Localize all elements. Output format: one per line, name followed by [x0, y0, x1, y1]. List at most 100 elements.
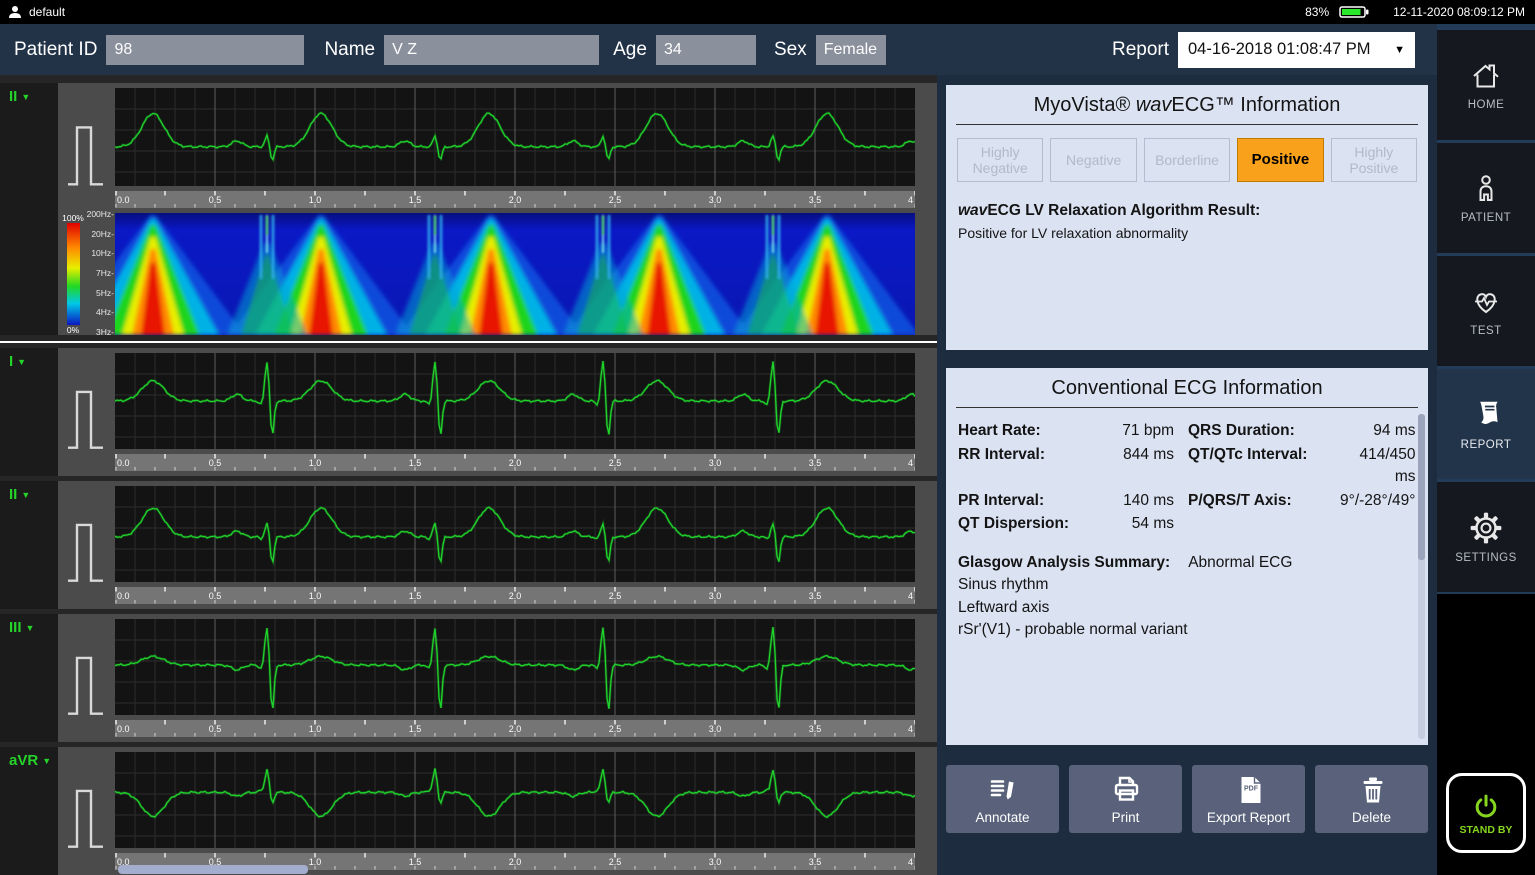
home-icon — [1467, 59, 1505, 93]
user-name: default — [29, 5, 65, 19]
calibration-pulse — [58, 500, 115, 596]
lead-column: II ▼ — [0, 481, 58, 609]
svg-text:3.0: 3.0 — [709, 724, 722, 734]
svg-text:3.5: 3.5 — [809, 857, 822, 867]
svg-text:1.0: 1.0 — [309, 195, 322, 205]
frequency-labels: 200Hz-20Hz-10Hz-7Hz-5Hz-4Hz-3Hz- — [87, 209, 114, 337]
user-icon — [8, 5, 22, 19]
delete-button[interactable]: Delete — [1315, 765, 1428, 833]
classification-borderline[interactable]: Borderline — [1144, 138, 1230, 182]
color-scale: 100%0% — [60, 213, 86, 335]
annotate-button[interactable]: Annotate — [946, 765, 1059, 833]
frequency-tick-label: 20Hz- — [87, 229, 114, 239]
gear-icon — [1468, 510, 1504, 546]
lead-selector-iii[interactable]: III▼ — [0, 614, 58, 636]
classification-negative[interactable]: Negative — [1050, 138, 1136, 182]
plot-column: 0.00.51.01.52.02.53.03.54 — [115, 752, 937, 875]
lead-column: aVR▼ — [0, 747, 58, 875]
classification-highly-negative[interactable]: Highly Negative — [957, 138, 1043, 182]
lead-label-text: II — [9, 88, 17, 105]
patient-id-label: Patient ID — [14, 39, 97, 61]
conventional-ecg-panel: Conventional ECG Information Heart Rate:… — [946, 368, 1428, 745]
report-actions: Annotate Print — [946, 765, 1428, 833]
svg-text:4: 4 — [908, 591, 913, 601]
lead-dropdown-arrow-icon: ▼ — [21, 490, 30, 500]
svg-text:3.0: 3.0 — [709, 195, 722, 205]
frequency-tick-label: 10Hz- — [87, 248, 114, 258]
ecg-plot — [115, 353, 915, 449]
panel-scrollbar[interactable] — [1418, 414, 1425, 739]
svg-text:1.5: 1.5 — [409, 591, 422, 601]
standby-button[interactable]: STAND BY — [1446, 773, 1526, 853]
color-scale-min-label: 0% — [67, 325, 79, 335]
svg-text:1.0: 1.0 — [309, 857, 322, 867]
ecg-strip-ii-2: II ▼ 0.00.51.01.52.02.53.03.54 — [0, 481, 937, 609]
glasgow-value: Abnormal ECG — [1188, 554, 1292, 571]
export-report-button[interactable]: PDF Export Report — [1192, 765, 1305, 833]
ecg-strip-iii-3: III▼0.00.51.01.52.02.53.03.54 — [0, 614, 937, 742]
pulse-column — [58, 353, 115, 476]
svg-text:2.0: 2.0 — [509, 458, 522, 468]
power-icon — [1470, 791, 1502, 823]
name-field[interactable]: V Z — [384, 35, 599, 65]
finding-line: Sinus rhythm — [958, 574, 1416, 597]
status-bar: default 83% 12-11-2020 08:09:12 PM — [0, 0, 1535, 24]
sidebar-item-settings[interactable]: SETTINGS — [1437, 482, 1535, 592]
svg-text:1.5: 1.5 — [409, 857, 422, 867]
classification-highly-positive[interactable]: Highly Positive — [1331, 138, 1417, 182]
sidebar-item-report[interactable]: REPORT — [1437, 369, 1535, 479]
ecg-horizontal-scrollbar[interactable] — [118, 865, 308, 874]
classification-positive[interactable]: Positive — [1237, 138, 1323, 182]
status-datetime: 12-11-2020 08:09:12 PM — [1393, 5, 1525, 19]
calibration-pulse — [58, 367, 115, 463]
sidebar-item-home[interactable]: HOME — [1437, 30, 1535, 140]
lead-selector-ii[interactable]: II ▼ — [0, 83, 58, 105]
battery-percent: 83% — [1305, 5, 1329, 19]
trash-icon — [1355, 773, 1389, 807]
strip-body: 0.00.51.01.52.02.53.03.54100%0%200Hz-20H… — [58, 83, 937, 335]
plot-column: 0.00.51.01.52.02.53.03.54 — [115, 353, 937, 476]
sex-field[interactable]: Female — [816, 35, 886, 65]
svg-text:2.5: 2.5 — [609, 195, 622, 205]
pulse-column — [58, 486, 115, 609]
lead-selector-avr[interactable]: aVR▼ — [0, 747, 58, 769]
name-label: Name — [324, 39, 375, 61]
pulse-column — [58, 619, 115, 742]
patient-icon — [1469, 172, 1503, 206]
patient-header: Patient ID 98 Name V Z Age 34 Sex Female… — [0, 24, 1437, 75]
time-axis: 0.00.51.01.52.02.53.03.54 — [115, 454, 915, 471]
plot-column: 0.00.51.01.52.02.53.03.54 — [115, 486, 937, 609]
report-dropdown[interactable]: 04-16-2018 01:08:47 PM ▼ — [1178, 32, 1415, 68]
report-dropdown-value: 04-16-2018 01:08:47 PM — [1188, 40, 1371, 59]
patient-id-field[interactable]: 98 — [106, 35, 304, 65]
algorithm-result-label: wavECG LV Relaxation Algorithm Result: — [958, 202, 1416, 220]
report-icon — [1468, 397, 1504, 433]
classification-scale: Highly Negative Negative Borderline Posi… — [946, 125, 1428, 182]
svg-text:2.5: 2.5 — [609, 591, 622, 601]
svg-text:2.0: 2.0 — [509, 857, 522, 867]
sidebar-item-test[interactable]: TEST — [1437, 256, 1535, 366]
svg-text:4: 4 — [908, 458, 913, 468]
conventional-panel-title: Conventional ECG Information — [946, 368, 1428, 400]
ecg-strip-i-1: I▼0.00.51.01.52.02.53.03.54 — [0, 348, 937, 476]
sidebar-item-patient[interactable]: PATIENT — [1437, 143, 1535, 253]
age-field[interactable]: 34 — [656, 35, 756, 65]
lead-label-text: II — [9, 486, 17, 503]
lead-label-text: aVR — [9, 752, 38, 769]
pulse-column — [58, 88, 115, 213]
lead-dropdown-arrow-icon: ▼ — [21, 92, 30, 102]
nav-sidebar: HOME PATIENT TEST — [1437, 24, 1535, 875]
age-label: Age — [613, 39, 647, 61]
svg-text:1.0: 1.0 — [309, 458, 322, 468]
lead-selector-ii[interactable]: II ▼ — [0, 481, 58, 503]
print-button[interactable]: Print — [1069, 765, 1182, 833]
trace-row: 0.00.51.01.52.02.53.03.54 — [58, 353, 937, 476]
strip-body: 0.00.51.01.52.02.53.03.54 — [58, 348, 937, 476]
ecg-strip-avr-4: aVR▼0.00.51.01.52.02.53.03.54 — [0, 747, 937, 875]
svg-text:3.0: 3.0 — [709, 857, 722, 867]
test-heartbeat-icon — [1468, 285, 1504, 319]
frequency-tick-label: 200Hz- — [87, 209, 114, 219]
time-axis: 0.00.51.01.52.02.53.03.54 — [115, 191, 915, 208]
lead-selector-i[interactable]: I▼ — [0, 348, 58, 370]
svg-text:2.5: 2.5 — [609, 458, 622, 468]
